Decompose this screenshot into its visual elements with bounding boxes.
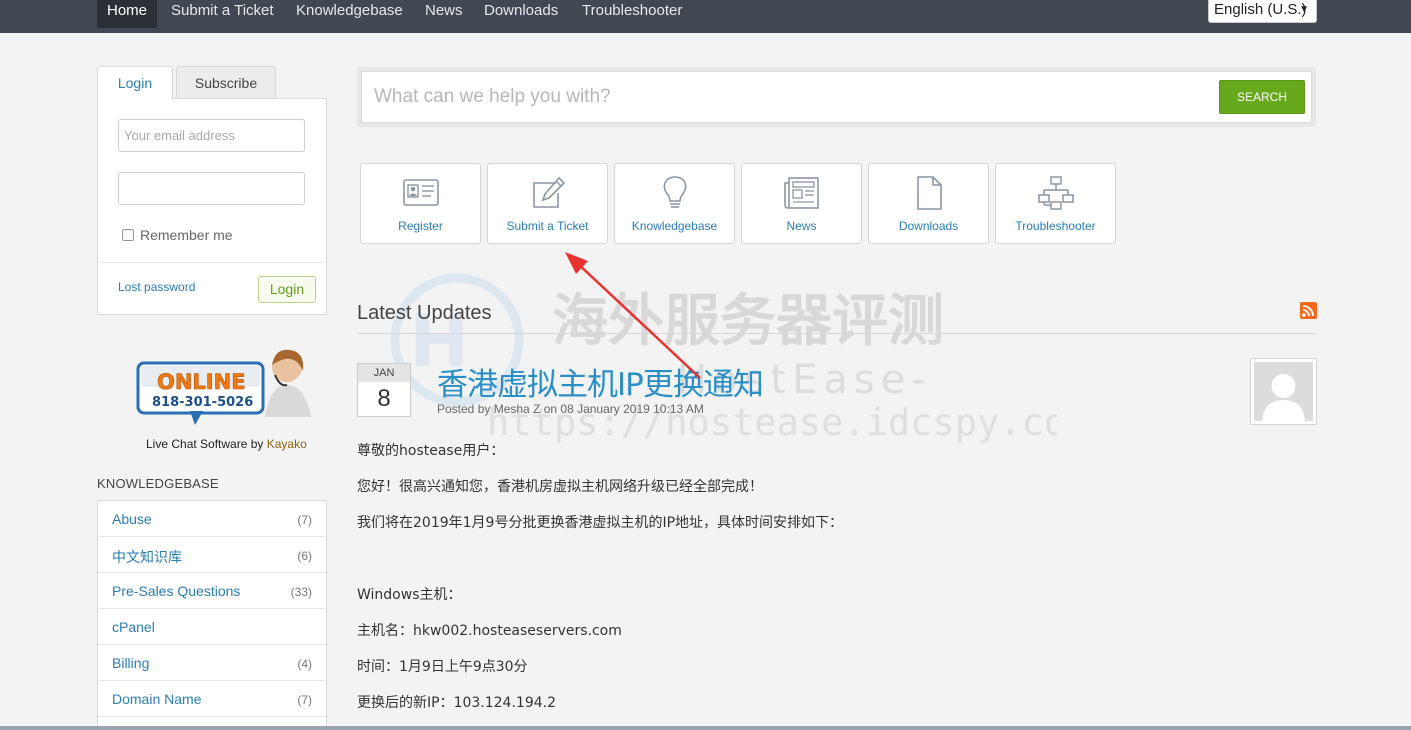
kb-item-abuse[interactable]: Abuse (7)	[98, 501, 326, 537]
edit-pencil-icon	[533, 176, 566, 208]
nav-submit-ticket[interactable]: Submit a Ticket	[171, 0, 274, 28]
tile-register[interactable]: Register	[360, 163, 481, 244]
kb-item-pre-sales[interactable]: Pre-Sales Questions (33)	[98, 573, 326, 609]
post-line: 我们将在2019年1月9号分批更换香港虚拟主机的IP地址，具体时间安排如下：	[357, 515, 844, 531]
kb-item-cpanel[interactable]: cPanel	[98, 609, 326, 645]
newspaper-icon	[784, 177, 819, 209]
kb-item-label: 中文知识库	[112, 549, 182, 565]
live-chat-caption-prefix: Live Chat Software by	[146, 437, 264, 451]
panel-divider	[98, 262, 326, 263]
document-icon	[917, 176, 942, 210]
kb-item-label: Billing	[112, 655, 150, 671]
nav-news[interactable]: News	[425, 0, 463, 28]
latest-updates-heading: Latest Updates	[357, 302, 492, 324]
post-month: JAN	[358, 364, 410, 382]
user-silhouette-icon	[1262, 374, 1305, 421]
watermark-line1: 海外服务器评测	[552, 289, 944, 354]
kb-item-label: Abuse	[112, 511, 152, 527]
search-box: What can we help you with? SEARCH	[361, 71, 1312, 123]
remember-me[interactable]: Remember me	[122, 227, 233, 243]
post-line: 主机名：hkw002.hosteaseservers.com	[357, 623, 622, 639]
tile-label: News	[786, 219, 817, 233]
post-line: Windows主机：	[357, 587, 462, 603]
kb-item-label: Pre-Sales Questions	[112, 583, 241, 599]
post-date: JAN 8	[357, 363, 411, 417]
kb-item-chinese[interactable]: 中文知识库 (6)	[98, 537, 326, 573]
tile-label: Register	[398, 219, 443, 233]
knowledgebase-heading: KNOWLEDGEBASE	[97, 476, 219, 491]
post-line: 更换后的新IP：103.124.194.2	[357, 695, 556, 711]
post-line: 您好！很高兴通知您，香港机房虚拟主机网络升级已经全部完成！	[357, 479, 763, 495]
bottom-edge	[0, 726, 1411, 730]
tab-subscribe[interactable]: Subscribe	[176, 66, 276, 99]
login-button[interactable]: Login	[258, 276, 316, 303]
tile-label: Knowledgebase	[631, 219, 718, 233]
tile-label: Submit a Ticket	[506, 219, 589, 233]
language-select[interactable]: English (U.S.) ▼	[1208, 0, 1317, 23]
nav-knowledgebase[interactable]: Knowledgebase	[296, 0, 403, 28]
avatar	[1250, 358, 1317, 425]
kb-item-count: (7)	[297, 513, 312, 527]
rss-icon[interactable]	[1300, 302, 1317, 319]
top-navigation: Home Submit a Ticket Knowledgebase News …	[0, 0, 1411, 33]
nav-home[interactable]: Home	[97, 0, 158, 28]
search-bar: What can we help you with? SEARCH	[357, 67, 1316, 127]
remember-me-label: Remember me	[140, 227, 233, 243]
caret-down-icon: ▼	[1299, 4, 1309, 15]
watermark: H 海外服务器评测 HostEase- https://hostease.idc…	[390, 273, 1057, 444]
kayako-link[interactable]: Kayako	[267, 437, 307, 451]
tile-label: Downloads	[898, 219, 959, 233]
tile-downloads[interactable]: Downloads	[868, 163, 989, 244]
live-chat-badge[interactable]: ONLINE 818-301-5026	[135, 345, 315, 435]
search-button[interactable]: SEARCH	[1219, 80, 1305, 114]
kb-item-domain-name[interactable]: Domain Name (7)	[98, 681, 326, 717]
tab-login[interactable]: Login	[97, 66, 173, 100]
search-input[interactable]: What can we help you with?	[374, 86, 611, 108]
post-meta: Posted by Mesha Z on 08 January 2019 10:…	[437, 402, 704, 416]
language-select-value: English (U.S.)	[1214, 1, 1307, 18]
nav-troubleshooter[interactable]: Troubleshooter	[582, 0, 682, 28]
kb-item-count: (33)	[290, 585, 312, 599]
knowledgebase-list: Abuse (7) 中文知识库 (6) Pre-Sales Questions (33…	[97, 500, 327, 730]
lost-password-link[interactable]: Lost password	[118, 280, 195, 294]
post-title[interactable]: 香港虚拟主机IP更换通知	[437, 359, 764, 404]
post-day: 8	[377, 385, 391, 412]
sitemap-icon	[1038, 176, 1074, 210]
remember-me-checkbox[interactable]	[122, 229, 134, 241]
phone-text: 818-301-5026	[152, 395, 253, 410]
post-line: 时间：1月9日上午9点30分	[357, 659, 528, 675]
tile-submit-ticket[interactable]: Submit a Ticket	[487, 163, 608, 244]
kb-item-count: (7)	[297, 693, 312, 707]
password-field[interactable]	[118, 172, 305, 205]
register-card-icon	[403, 179, 439, 206]
post-line: 尊敬的hostease用户：	[357, 443, 505, 459]
online-text: ONLINE	[157, 370, 246, 394]
tile-label: Troubleshooter	[1015, 219, 1096, 233]
nav-downloads[interactable]: Downloads	[484, 0, 558, 28]
kb-item-count: (4)	[297, 657, 312, 671]
kb-item-billing[interactable]: Billing (4)	[98, 645, 326, 681]
kb-item-count: (6)	[297, 549, 312, 563]
email-field[interactable]: Your email address	[118, 119, 305, 152]
updates-divider	[357, 333, 1316, 334]
lightbulb-icon	[663, 176, 687, 208]
tile-troubleshooter[interactable]: Troubleshooter	[995, 163, 1116, 244]
tile-news[interactable]: News	[741, 163, 862, 244]
tile-knowledgebase[interactable]: Knowledgebase	[614, 163, 735, 244]
kb-item-label: Domain Name	[112, 691, 202, 707]
kb-item-label: cPanel	[112, 619, 155, 635]
live-chat-caption: Live Chat Software by Kayako	[146, 437, 307, 451]
login-panel: Your email address Remember me Lost pass…	[97, 98, 327, 315]
